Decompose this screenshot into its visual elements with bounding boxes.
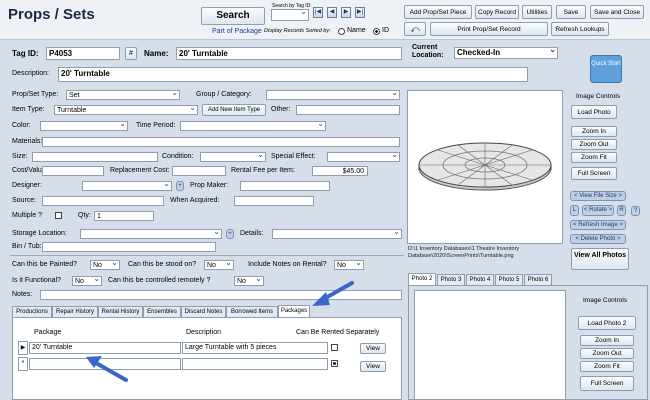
arrow-to-packages-tab [312, 281, 354, 306]
annotation-arrows [86, 281, 354, 382]
arrow-to-package-row [86, 356, 128, 382]
